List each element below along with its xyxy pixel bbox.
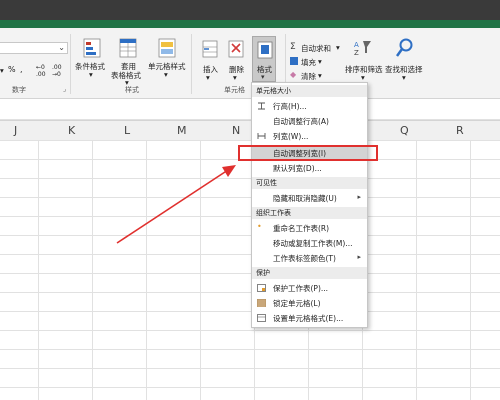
section-visibility: 可见性 xyxy=(252,177,367,189)
section-cell-size: 单元格大小 xyxy=(252,85,367,97)
menu-item-autofit-row-height[interactable]: 自动调整行高(A) xyxy=(252,114,367,128)
chevron-right-icon: ▸ xyxy=(357,253,361,261)
highlight-box xyxy=(238,145,378,161)
lock-cell-icon xyxy=(257,299,266,307)
menu-item-rename-sheet[interactable]: • 重命名工作表(R) xyxy=(252,221,367,235)
menu-item-column-width[interactable]: 列宽(W)... xyxy=(252,129,367,143)
menu-item-hide-unhide[interactable]: 隐藏和取消隐藏(U) ▸ xyxy=(252,191,367,205)
annotation-arrow xyxy=(116,165,236,244)
menu-item-protect-sheet[interactable]: 保护工作表(P)... xyxy=(252,281,367,295)
menu-item-lock-cell[interactable]: 锁定单元格(L) xyxy=(252,296,367,310)
format-dropdown-menu: 单元格大小 行高(H)... 自动调整行高(A) 列宽(W)... 自动调整列宽… xyxy=(251,82,368,328)
menu-item-move-copy-sheet[interactable]: 移动或复制工作表(M)... xyxy=(252,236,367,250)
section-protection: 保护 xyxy=(252,267,367,279)
format-cells-icon xyxy=(257,314,266,322)
chevron-right-icon: ▸ xyxy=(357,193,361,201)
menu-item-format-cells[interactable]: 设置单元格格式(E)... xyxy=(252,311,367,325)
protect-sheet-icon xyxy=(257,284,266,292)
column-width-icon xyxy=(257,133,266,139)
menu-item-tab-color[interactable]: 工作表标签颜色(T) ▸ xyxy=(252,251,367,265)
row-height-icon xyxy=(258,102,265,110)
menu-item-default-width[interactable]: 默认列宽(D)... xyxy=(252,161,367,175)
rename-icon: • xyxy=(257,222,262,231)
menu-item-row-height[interactable]: 行高(H)... xyxy=(252,99,367,113)
section-organize-sheets: 组织工作表 xyxy=(252,207,367,219)
